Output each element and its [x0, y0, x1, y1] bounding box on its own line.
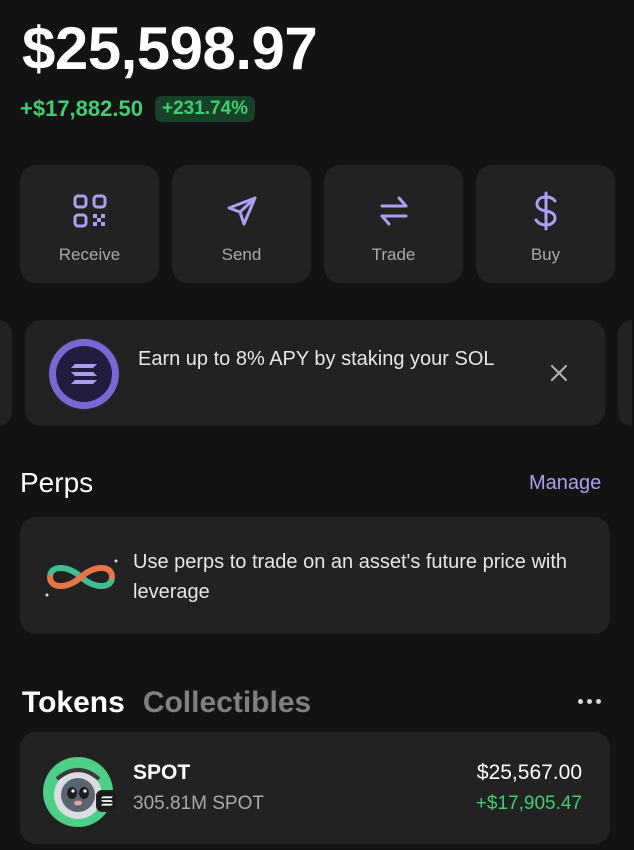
perps-section-title: Perps — [20, 467, 94, 498]
send-button[interactable]: Send — [172, 165, 311, 283]
more-options-icon[interactable] — [578, 699, 601, 704]
token-row[interactable]: SPOT 305.81M SPOT $25,567.00 +$17,905.47 — [20, 732, 610, 844]
solana-logo-icon — [49, 339, 119, 409]
change-percent-badge: +231.74% — [154, 96, 256, 122]
receive-label: Receive — [58, 245, 121, 264]
token-pnl: +$17,905.47 — [475, 793, 582, 814]
portfolio-change: +$17,882.50 +231.74% — [20, 96, 256, 122]
tab-tokens[interactable]: Tokens — [22, 686, 125, 720]
solana-chain-badge-icon — [96, 790, 118, 812]
manage-link[interactable]: Manage — [529, 472, 601, 495]
action-row: Receive Send Trade Buy — [20, 165, 615, 283]
previous-promo-card[interactable] — [0, 320, 12, 426]
perps-infinity-icon — [42, 553, 120, 601]
close-icon[interactable] — [547, 361, 571, 385]
tab-collectibles[interactable]: Collectibles — [143, 686, 311, 720]
swap-icon — [374, 191, 414, 231]
buy-label: Buy — [530, 245, 561, 264]
portfolio-balance: $25,598.97 — [22, 15, 318, 82]
send-icon — [222, 191, 262, 231]
trade-button[interactable]: Trade — [324, 165, 463, 283]
trade-label: Trade — [371, 245, 416, 264]
staking-promo-card[interactable]: Earn up to 8% APY by staking your SOL — [25, 320, 605, 426]
receive-button[interactable]: Receive — [20, 165, 159, 283]
next-promo-card[interactable] — [618, 320, 632, 426]
buy-button[interactable]: Buy — [476, 165, 615, 283]
qr-code-icon — [70, 191, 110, 231]
send-label: Send — [221, 245, 262, 264]
token-name: SPOT — [133, 761, 191, 784]
asset-tabs: Tokens Collectibles — [22, 686, 311, 720]
promo-text: Earn up to 8% APY by staking your SOL — [138, 348, 495, 370]
change-amount: +$17,882.50 — [20, 96, 143, 121]
token-value: $25,567.00 — [476, 761, 582, 784]
perps-card-text: Use perps to trade on an asset's future … — [133, 551, 568, 603]
perps-info-card[interactable]: Use perps to trade on an asset's future … — [20, 517, 610, 634]
dollar-icon — [526, 191, 566, 231]
token-amount: 305.81M SPOT — [133, 793, 264, 814]
